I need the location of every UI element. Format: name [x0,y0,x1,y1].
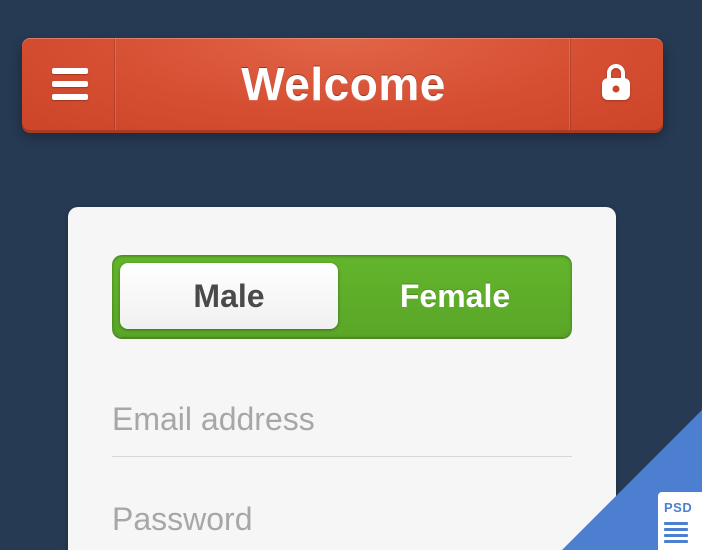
corner-badge-label: PSD [664,500,692,515]
menu-icon[interactable] [52,68,88,100]
signup-card: Male Female [68,207,616,550]
gender-segmented-control: Male Female [112,255,572,337]
document-lines-icon [664,519,688,543]
segment-female[interactable]: Female [346,263,564,329]
email-field-wrapper [112,395,572,457]
lock-icon[interactable] [599,62,633,107]
header-bar: Welcome [22,38,663,130]
segment-male[interactable]: Male [120,263,338,329]
corner-badge: PSD [658,492,702,550]
password-field[interactable] [112,495,572,550]
page-title: Welcome [241,57,446,111]
email-field[interactable] [112,395,572,457]
password-field-wrapper [112,495,572,550]
